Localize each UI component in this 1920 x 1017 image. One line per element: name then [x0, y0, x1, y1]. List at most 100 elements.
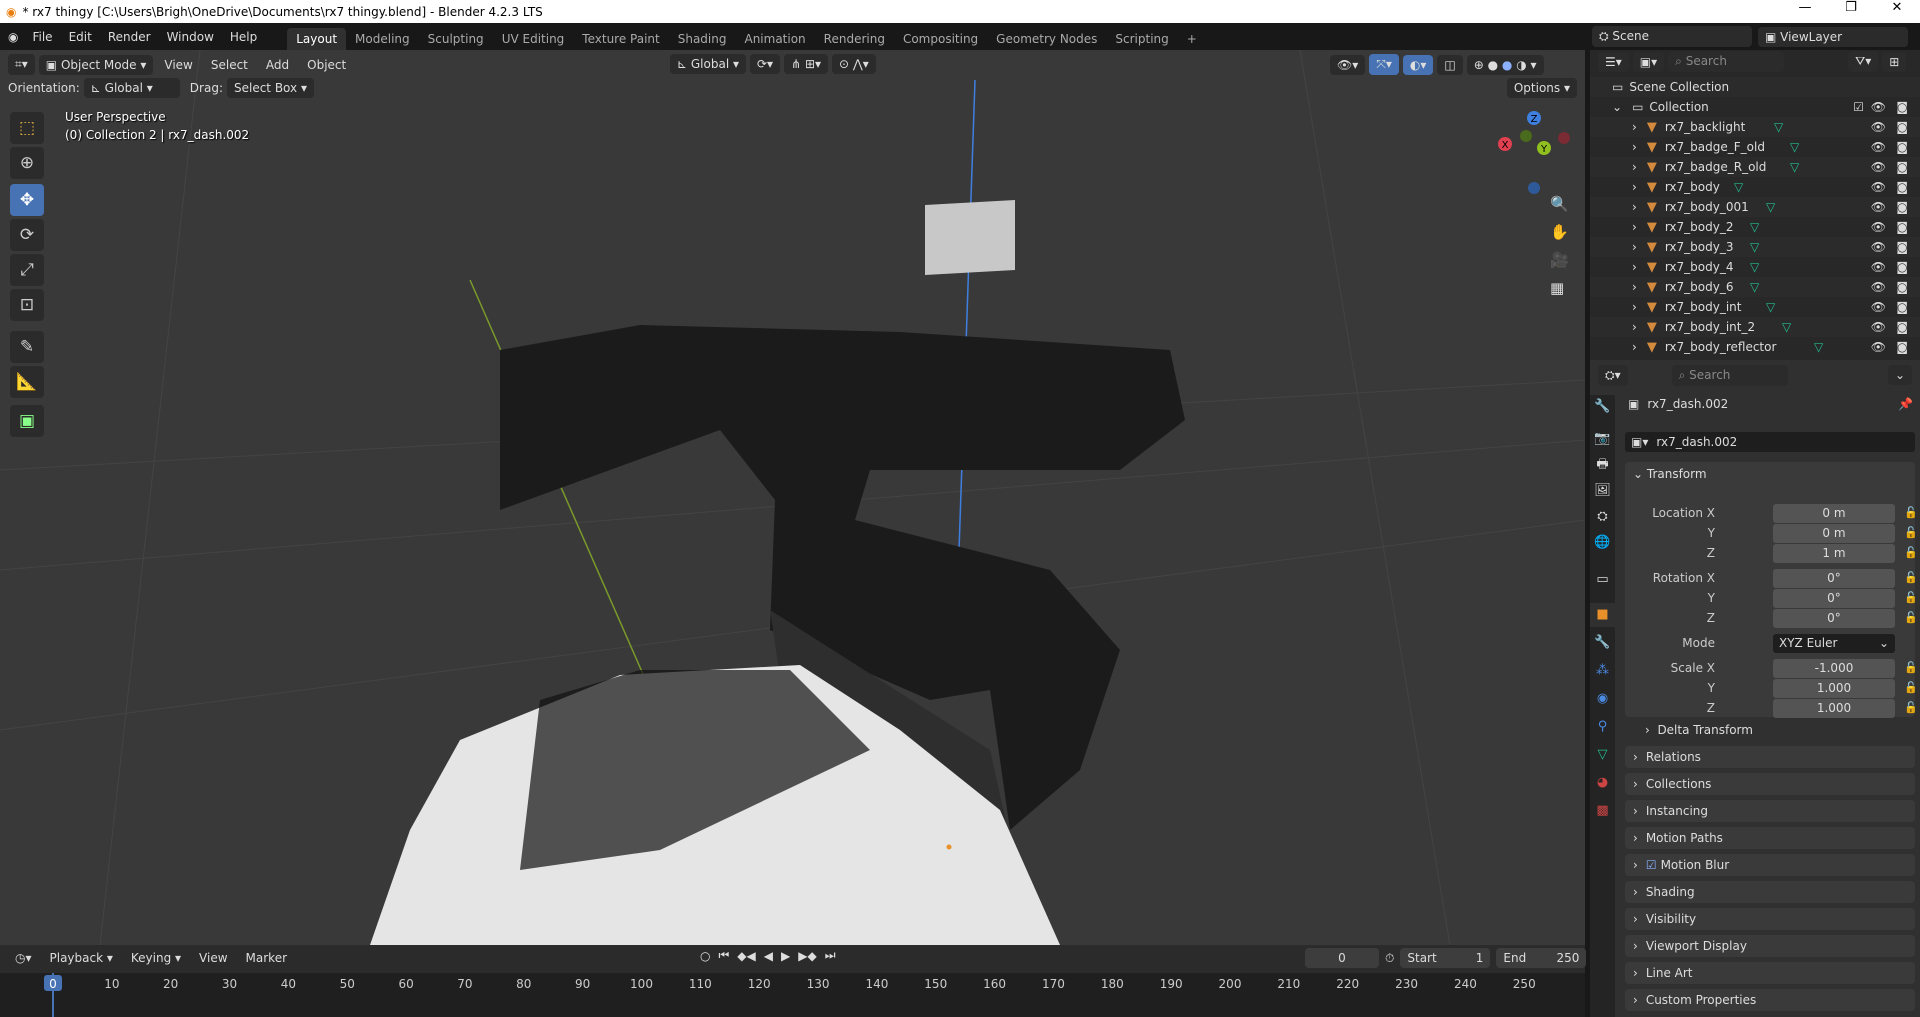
menu-object[interactable]: Object: [300, 55, 353, 75]
annotate-tool[interactable]: ✎: [10, 331, 44, 363]
scene-collection-row[interactable]: ▭ Scene Collection: [1590, 77, 1920, 97]
outliner-search[interactable]: ⌕ Search: [1668, 51, 1785, 72]
panel-shading[interactable]: › Shading: [1625, 881, 1915, 903]
mesh-data-icon[interactable]: ▽: [1790, 140, 1799, 154]
snap-icon[interactable]: ⋔ ⊞▾: [784, 54, 829, 74]
menu-render[interactable]: Render: [100, 30, 159, 44]
expand-icon[interactable]: ›: [1632, 160, 1637, 174]
object-tab-icon[interactable]: ■: [1590, 603, 1615, 627]
panel-motion-blur[interactable]: › ☑ Motion Blur: [1625, 854, 1915, 876]
mesh-data-icon[interactable]: ▽: [1766, 300, 1775, 314]
expand-icon[interactable]: ›: [1632, 240, 1637, 254]
prev-keyframe-icon[interactable]: ◆◀: [737, 949, 755, 963]
outliner-item[interactable]: › ▼ rx7_body_reflector ▽ 👁 ◙: [1590, 337, 1920, 357]
outliner-item[interactable]: › ▼ rx7_body ▽ 👁 ◙: [1590, 177, 1920, 197]
render-camera-icon[interactable]: ◙: [1896, 260, 1908, 274]
expand-icon[interactable]: ›: [1632, 120, 1637, 134]
outliner-item[interactable]: › ▼ rx7_body_3 ▽ 👁 ◙: [1590, 237, 1920, 257]
menu-view[interactable]: View: [157, 55, 199, 75]
navigation-gizmo[interactable]: Z X Y: [1490, 108, 1570, 198]
workspace-tab[interactable]: +: [1178, 28, 1206, 50]
workspace-tab[interactable]: Texture Paint: [573, 28, 668, 50]
stopwatch-icon[interactable]: ⏱: [1385, 951, 1394, 966]
properties-search[interactable]: ⌕ Search: [1671, 365, 1788, 386]
lock-icon[interactable]: 🔓: [1904, 611, 1918, 624]
menu-add[interactable]: Add: [259, 55, 296, 75]
properties-options[interactable]: ⌄: [1887, 365, 1912, 385]
panel-visibility[interactable]: › Visibility: [1625, 908, 1915, 930]
render-camera-icon[interactable]: ◙: [1896, 140, 1908, 154]
workspace-tab[interactable]: Layout: [287, 28, 347, 50]
menu-file[interactable]: File: [24, 30, 60, 44]
outliner-item[interactable]: › ▼ rx7_body_6 ▽ 👁 ◙: [1590, 277, 1920, 297]
marker-menu[interactable]: Marker: [239, 948, 294, 968]
timeline-view-menu[interactable]: View: [192, 948, 234, 968]
render-camera-icon[interactable]: ◙: [1896, 220, 1908, 234]
render-camera-icon[interactable]: ◙: [1896, 280, 1908, 294]
jump-end-icon[interactable]: ⏭: [825, 948, 836, 963]
jump-start-icon[interactable]: ⏮: [718, 948, 729, 963]
render-tab-icon[interactable]: 📷: [1590, 427, 1615, 451]
current-frame-field[interactable]: 0: [1305, 948, 1379, 968]
expand-icon[interactable]: ›: [1632, 320, 1637, 334]
expand-icon[interactable]: ›: [1632, 180, 1637, 194]
collection-tab-icon[interactable]: ▭: [1590, 568, 1615, 592]
expand-icon[interactable]: ›: [1632, 260, 1637, 274]
scene-selector[interactable]: ⛭ Scene: [1592, 26, 1752, 47]
mesh-data-icon[interactable]: ▽: [1790, 160, 1799, 174]
move-tool[interactable]: ✥: [10, 184, 44, 216]
rotation-y-field[interactable]: 0°: [1773, 589, 1895, 608]
outliner-item[interactable]: › ▼ rx7_body_001 ▽ 👁 ◙: [1590, 197, 1920, 217]
expand-icon[interactable]: ›: [1632, 340, 1637, 354]
scale-y-field[interactable]: 1.000: [1773, 679, 1895, 698]
workspace-tab[interactable]: Rendering: [815, 28, 894, 50]
lock-icon[interactable]: 🔓: [1904, 701, 1918, 714]
eye-icon[interactable]: 👁: [1871, 100, 1886, 114]
scale-tool[interactable]: ⤢: [10, 254, 44, 286]
properties-editor-type[interactable]: ⛭▾: [1598, 365, 1628, 386]
expand-icon[interactable]: ⌄: [1612, 100, 1622, 114]
transform-orientation-selector[interactable]: ⊾ Global ▾: [670, 54, 746, 74]
panel-viewport-display[interactable]: › Viewport Display: [1625, 935, 1915, 957]
location-y-field[interactable]: 0 m: [1773, 524, 1895, 543]
render-camera-icon[interactable]: ◙: [1896, 240, 1908, 254]
eye-icon[interactable]: 👁: [1871, 280, 1886, 294]
playback-menu[interactable]: Playback ▾: [43, 948, 120, 968]
pin-icon[interactable]: 📌: [1898, 397, 1913, 411]
lock-icon[interactable]: 🔓: [1904, 546, 1918, 559]
panel-relations[interactable]: › Relations: [1625, 746, 1915, 768]
lock-icon[interactable]: 🔓: [1904, 681, 1918, 694]
xray-icon[interactable]: ◫: [1437, 54, 1463, 75]
particles-tab-icon[interactable]: ⁂: [1590, 659, 1615, 683]
menu-window[interactable]: Window: [159, 30, 222, 44]
keying-menu[interactable]: Keying ▾: [124, 948, 188, 968]
render-camera-icon[interactable]: ◙: [1896, 180, 1908, 194]
data-tab-icon[interactable]: ▽: [1590, 743, 1615, 767]
tool-tab-icon[interactable]: 🔧: [1590, 395, 1615, 419]
texture-tab-icon[interactable]: ▩: [1590, 799, 1615, 823]
outliner-item[interactable]: › ▼ rx7_body_4 ▽ 👁 ◙: [1590, 257, 1920, 277]
panel-instancing[interactable]: › Instancing: [1625, 800, 1915, 822]
mesh-data-icon[interactable]: ▽: [1774, 120, 1783, 134]
render-camera-icon[interactable]: ◙: [1896, 120, 1908, 134]
world-tab-icon[interactable]: 🌐: [1590, 531, 1615, 555]
motion-blur-checkbox[interactable]: ☑: [1646, 858, 1657, 872]
lock-icon[interactable]: 🔓: [1904, 591, 1918, 604]
render-camera-icon[interactable]: ◙: [1896, 320, 1908, 334]
view-layer-selector[interactable]: ▣ ViewLayer: [1758, 26, 1908, 47]
render-camera-icon[interactable]: ◙: [1896, 300, 1908, 314]
cursor-tool[interactable]: ⊕: [10, 147, 44, 179]
collection-row[interactable]: ⌄ ▭ Collection ☑ 👁 ◙: [1590, 97, 1920, 117]
physics-tab-icon[interactable]: ◉: [1590, 687, 1615, 711]
location-x-field[interactable]: 0 m: [1773, 504, 1895, 523]
panel-motion-paths[interactable]: › Motion Paths: [1625, 827, 1915, 849]
scale-z-field[interactable]: 1.000: [1773, 699, 1895, 718]
eye-icon[interactable]: 👁: [1871, 200, 1886, 214]
pivot-point-icon[interactable]: ⟳▾: [750, 54, 781, 74]
ortho-grid-icon[interactable]: ▦: [1550, 279, 1569, 297]
render-camera-icon[interactable]: ◙: [1896, 340, 1908, 354]
render-camera-icon[interactable]: ◙: [1896, 100, 1908, 114]
menu-edit[interactable]: Edit: [61, 30, 100, 44]
mesh-data-icon[interactable]: ▽: [1782, 320, 1791, 334]
eye-icon[interactable]: 👁: [1871, 320, 1886, 334]
